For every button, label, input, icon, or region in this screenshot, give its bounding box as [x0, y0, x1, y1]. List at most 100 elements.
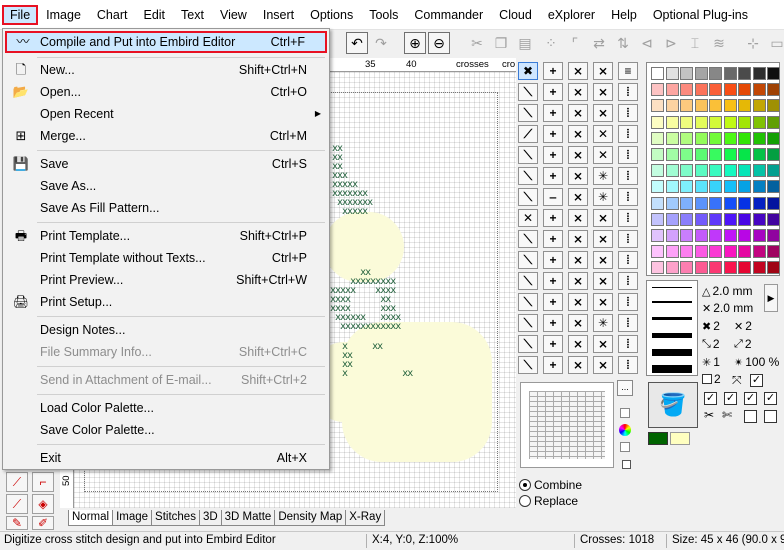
- stitch-type-button[interactable]: +: [543, 146, 563, 164]
- stitch-type-button[interactable]: ⦙: [618, 230, 638, 248]
- menu-item-print-setup[interactable]: 🖨 Print Setup...: [5, 291, 327, 313]
- density-setting[interactable]: ✴ 100 %: [734, 355, 779, 369]
- color-swatch[interactable]: [767, 261, 780, 275]
- color-swatch[interactable]: [752, 196, 766, 210]
- color-swatch[interactable]: [680, 212, 693, 226]
- color-swatch[interactable]: [723, 261, 737, 275]
- menu-item-save-as-fill-pattern[interactable]: Save As Fill Pattern...: [5, 197, 327, 219]
- color-swatch[interactable]: [767, 131, 780, 145]
- color-swatch[interactable]: [694, 148, 708, 161]
- color-swatch[interactable]: [651, 131, 664, 145]
- stitch-type-button[interactable]: ⨯: [568, 272, 588, 290]
- paste-icon[interactable]: ▤: [514, 32, 536, 54]
- wave-icon[interactable]: ≋: [708, 32, 730, 54]
- option-checkbox[interactable]: ✓: [704, 392, 717, 405]
- option-checkbox[interactable]: ✓: [744, 392, 757, 405]
- color-swatch[interactable]: [738, 99, 751, 113]
- stitch-type-button[interactable]: +: [543, 314, 563, 332]
- stitch-type-button[interactable]: ⨯: [568, 230, 588, 248]
- stitch-type-button[interactable]: ✕: [518, 209, 538, 227]
- color-swatch[interactable]: [651, 164, 664, 178]
- stitch-type-button[interactable]: ⟍: [518, 188, 538, 206]
- color-swatch[interactable]: [709, 245, 722, 259]
- menu-item-load-color-palette[interactable]: Load Color Palette...: [5, 397, 327, 419]
- tool-brush-icon[interactable]: ✐: [32, 516, 54, 530]
- color-swatch[interactable]: [680, 229, 693, 242]
- copy-pattern-icon[interactable]: [622, 460, 631, 469]
- color-swatch[interactable]: [709, 164, 722, 178]
- color-swatch[interactable]: [680, 245, 693, 259]
- cut-icon[interactable]: ✂: [466, 32, 488, 54]
- color-swatch[interactable]: [752, 131, 766, 145]
- color-swatch[interactable]: [752, 261, 766, 275]
- stitch-type-button[interactable]: ⨯: [593, 230, 613, 248]
- stitch-type-button[interactable]: ⨯: [568, 335, 588, 353]
- color-swatch[interactable]: [723, 196, 737, 210]
- pattern-option-box[interactable]: [620, 408, 630, 418]
- menu-item-print-template[interactable]: 🖶 Print Template... Shift+Ctrl+P: [5, 225, 327, 247]
- quarter-stitch-setting[interactable]: ⤢ 2: [734, 337, 752, 351]
- color-swatch[interactable]: [665, 148, 679, 161]
- color-swatch[interactable]: [752, 99, 766, 113]
- menu-item-save[interactable]: 💾 Save Ctrl+S: [5, 153, 327, 175]
- color-swatch[interactable]: [738, 245, 751, 259]
- color-swatch[interactable]: [723, 99, 737, 113]
- color-swatch[interactable]: [694, 180, 708, 194]
- stitch-type-button[interactable]: ⟍: [518, 230, 538, 248]
- color-swatch[interactable]: [723, 180, 737, 194]
- stitch-type-button[interactable]: ⨯: [568, 146, 588, 164]
- color-swatch[interactable]: [680, 196, 693, 210]
- menu-item-save-color-palette[interactable]: Save Color Palette...: [5, 419, 327, 441]
- line-length-setting[interactable]: △ 2.0 mm: [702, 284, 752, 298]
- color-swatch[interactable]: [665, 83, 679, 97]
- option-checkbox[interactable]: [744, 410, 757, 423]
- mirror-icon[interactable]: ⇄: [588, 32, 610, 54]
- stitch-type-button[interactable]: ⨯: [568, 314, 588, 332]
- tab-3d-matte[interactable]: 3D Matte: [220, 510, 276, 526]
- stitch-type-button[interactable]: +: [543, 104, 563, 122]
- stitch-type-button[interactable]: +: [543, 293, 563, 311]
- menu-image[interactable]: Image: [38, 5, 89, 25]
- tool-corner-icon[interactable]: ⌐: [32, 472, 54, 492]
- color-swatch[interactable]: [709, 115, 722, 129]
- stitch-type-button[interactable]: +: [543, 230, 563, 248]
- color-swatch[interactable]: [752, 164, 766, 178]
- stitch-type-button[interactable]: ⨯: [568, 125, 588, 143]
- stitch-type-button[interactable]: ⟍: [518, 293, 538, 311]
- stitch-type-button[interactable]: +: [543, 83, 563, 101]
- connect-stitch-icon[interactable]: ⤧: [732, 373, 742, 388]
- stitch-type-button[interactable]: ⨯: [568, 62, 588, 80]
- menu-item-print-preview[interactable]: Print Preview... Shift+Ctrl+W: [5, 269, 327, 291]
- color-swatch[interactable]: [680, 83, 693, 97]
- color-swatch[interactable]: [767, 115, 780, 129]
- color-swatch[interactable]: [651, 245, 664, 259]
- color-swatch[interactable]: [767, 67, 780, 80]
- fill-bucket-icon[interactable]: 🪣: [648, 382, 698, 428]
- stitch-type-button[interactable]: ⨯: [593, 356, 613, 374]
- stitch-type-button[interactable]: ⨯: [568, 83, 588, 101]
- color-swatch[interactable]: [738, 180, 751, 194]
- stitch-type-button[interactable]: +: [543, 251, 563, 269]
- tool-line-icon[interactable]: ⟋: [6, 472, 28, 492]
- stitch-type-button[interactable]: ⨯: [568, 104, 588, 122]
- menu-item-design-notes[interactable]: Design Notes...: [5, 319, 327, 341]
- stitch-type-button[interactable]: ⨯: [568, 167, 588, 185]
- menu-item-open[interactable]: 📂 Open... Ctrl+O: [5, 81, 327, 103]
- color-swatch[interactable]: [651, 99, 664, 113]
- menu-item-exit[interactable]: Exit Alt+X: [5, 447, 327, 469]
- tab-stitches[interactable]: Stitches: [151, 510, 200, 526]
- zoom-in-icon[interactable]: ⊕: [404, 32, 426, 54]
- scissors-icon[interactable]: ✂: [704, 408, 714, 422]
- stitch-type-button[interactable]: ⟍: [518, 356, 538, 374]
- stitch-type-button[interactable]: ⦙: [618, 314, 638, 332]
- more-tools-icon[interactable]: ▭: [766, 32, 784, 54]
- color-swatch[interactable]: [694, 212, 708, 226]
- color-swatch[interactable]: [738, 83, 751, 97]
- color-swatch[interactable]: [709, 212, 722, 226]
- menu-cloud[interactable]: Cloud: [491, 5, 540, 25]
- zoom-out-icon[interactable]: ⊖: [428, 32, 450, 54]
- stitch-type-button[interactable]: ✳: [593, 167, 613, 185]
- color-swatch[interactable]: [709, 261, 722, 275]
- color-swatch[interactable]: [709, 131, 722, 145]
- menu-help[interactable]: Help: [603, 5, 645, 25]
